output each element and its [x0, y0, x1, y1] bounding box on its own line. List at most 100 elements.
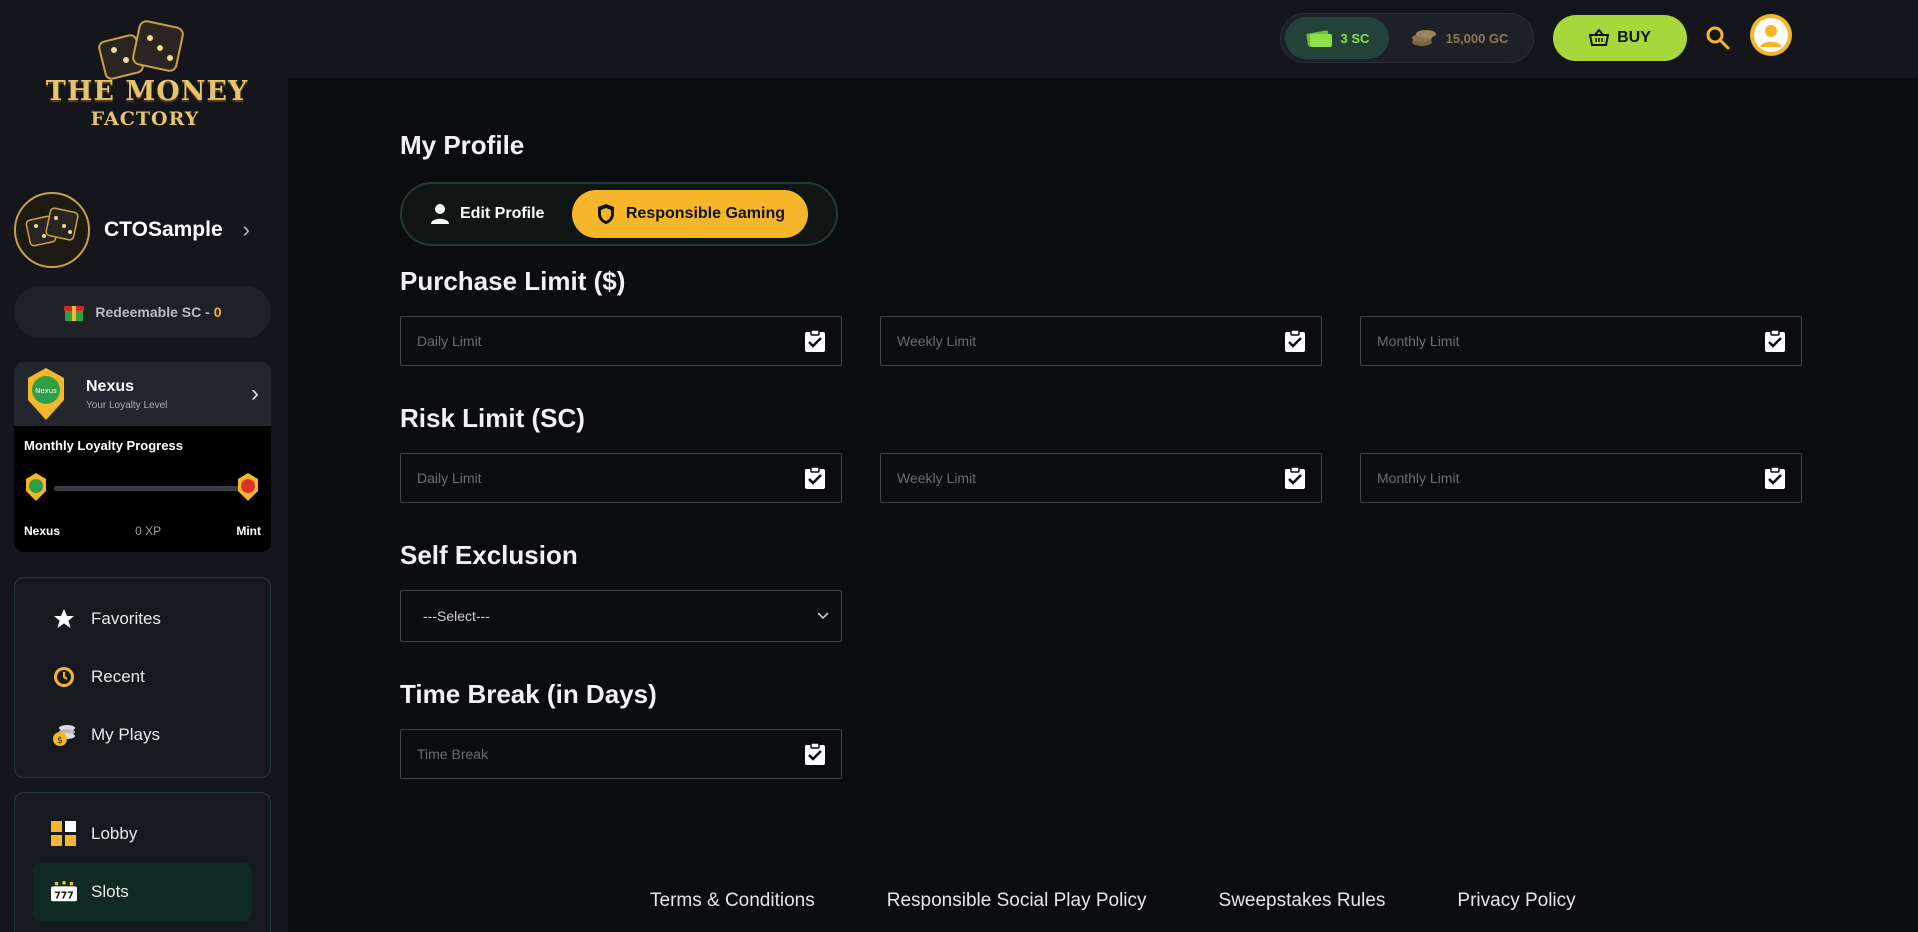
footer-link-terms[interactable]: Terms & Conditions [650, 890, 815, 912]
sidebar-item-label: Slots [91, 882, 129, 901]
clipboard-check-icon[interactable] [1763, 329, 1787, 353]
page-title: My Profile [400, 130, 525, 160]
username: CTOSample [104, 218, 223, 241]
risk-monthly-limit-field[interactable]: Monthly Limit [1360, 453, 1802, 503]
loyalty-header: Nexus Nexus Your Loyalty Level › [14, 362, 271, 426]
risk-weekly-limit-field[interactable]: Weekly Limit [880, 453, 1322, 503]
sidebar-item-my-plays[interactable]: $ My Plays [15, 706, 270, 764]
time-break-title: Time Break (in Days) [400, 679, 657, 709]
purchase-monthly-limit-field[interactable]: Monthly Limit [1360, 316, 1802, 366]
profile-tabs: Edit Profile Responsible Gaming [400, 182, 838, 246]
field-placeholder: Weekly Limit [897, 470, 977, 486]
user-profile-link[interactable]: CTOSample › [14, 192, 264, 268]
clipboard-check-icon[interactable] [803, 742, 827, 766]
self-exclusion-title: Self Exclusion [400, 540, 578, 570]
redeemable-value: 0 [213, 304, 222, 320]
footer-link-privacy[interactable]: Privacy Policy [1457, 890, 1575, 912]
progress-start-label: Nexus [24, 524, 61, 538]
tab-responsible-gaming[interactable]: Responsible Gaming [572, 190, 809, 238]
profile-avatar-button[interactable] [1750, 14, 1792, 56]
topbar: 3 SC 15,000 GC BUY [288, 0, 1918, 78]
mint-level-icon [238, 473, 258, 501]
buy-label: BUY [1617, 29, 1651, 46]
grid-icon [51, 821, 77, 847]
risk-daily-limit-field[interactable]: Daily Limit [400, 453, 842, 503]
sidebar-item-slots[interactable]: 777 Slots [33, 863, 252, 921]
chevron-down-icon [817, 612, 829, 620]
time-break-field[interactable]: Time Break [400, 729, 842, 779]
user-icon [431, 204, 449, 224]
redeemable-label: Redeemable SC - [95, 304, 210, 320]
redeemable-sc-badge: Redeemable SC - 0 [14, 286, 271, 338]
select-value: ---Select--- [423, 608, 490, 624]
chevron-right-icon: › [251, 380, 259, 407]
clipboard-check-icon[interactable] [803, 329, 827, 353]
sc-balance-toggle[interactable]: 3 SC [1285, 17, 1389, 59]
field-placeholder: Monthly Limit [1377, 470, 1460, 486]
shield-icon [597, 204, 614, 224]
field-placeholder: Weekly Limit [897, 333, 977, 349]
user-icon [1754, 18, 1788, 52]
progress-title: Monthly Loyalty Progress [24, 438, 183, 453]
nexus-badge-icon: Nexus [28, 368, 64, 420]
sidebar-item-label: Lobby [91, 824, 138, 843]
currency-switcher: 3 SC 15,000 GC [1280, 13, 1534, 63]
brand-logo[interactable]: THE MONEY FACTORY [40, 14, 250, 132]
self-exclusion-select[interactable]: ---Select--- [400, 590, 842, 642]
footer-link-sweepstakes-rules[interactable]: Sweepstakes Rules [1219, 890, 1386, 912]
sidebar-item-lobby[interactable]: Lobby [15, 805, 270, 863]
progress-labels: Nexus 0 XP Mint [24, 524, 261, 538]
sidebar-item-recent[interactable]: Recent [15, 648, 270, 706]
logo-line-2: FACTORY [90, 108, 200, 130]
field-placeholder: Daily Limit [417, 333, 482, 349]
coins-icon: $ [51, 722, 77, 748]
logo-line-1: THE MONEY [45, 76, 249, 107]
footer-link-responsible-play[interactable]: Responsible Social Play Policy [887, 890, 1147, 912]
loyalty-level: Nexus [86, 377, 135, 395]
clipboard-check-icon[interactable] [803, 466, 827, 490]
svg-text:Nexus: Nexus [35, 387, 57, 395]
risk-limit-title: Risk Limit (SC) [400, 403, 585, 433]
purchase-weekly-limit-field[interactable]: Weekly Limit [880, 316, 1322, 366]
quick-menu: Favorites Recent $ My Plays [14, 577, 271, 778]
clipboard-check-icon[interactable] [1283, 466, 1307, 490]
clock-icon [51, 664, 77, 690]
loyalty-progress-bar [54, 486, 244, 491]
field-placeholder: Daily Limit [417, 470, 482, 486]
nav-menu: Lobby 777 Slots [14, 792, 271, 932]
field-placeholder: Time Break [417, 746, 489, 762]
basket-icon [1589, 29, 1610, 46]
field-placeholder: Monthly Limit [1377, 333, 1460, 349]
nexus-level-icon [26, 473, 46, 501]
sc-balance: 3 SC [1340, 30, 1370, 46]
purchase-daily-limit-field[interactable]: Daily Limit [400, 316, 842, 366]
app: THE MONEY FACTORY CTOSample › Redeemable… [0, 0, 1918, 932]
cash-icon [1305, 30, 1332, 47]
gc-balance-toggle[interactable]: 15,000 GC [1389, 17, 1529, 59]
sidebar: THE MONEY FACTORY CTOSample › Redeemable… [0, 0, 288, 932]
sidebar-item-label: Recent [91, 667, 145, 686]
clipboard-check-icon[interactable] [1763, 466, 1787, 490]
clipboard-check-icon[interactable] [1283, 329, 1307, 353]
search-icon[interactable] [1705, 25, 1731, 51]
loyalty-subtitle: Your Loyalty Level [86, 399, 168, 411]
svg-text:777: 777 [54, 891, 73, 902]
gc-balance: 15,000 GC [1445, 30, 1509, 46]
loyalty-card[interactable]: Nexus Nexus Your Loyalty Level › Monthly… [14, 362, 271, 552]
tab-label: Edit Profile [460, 205, 545, 222]
star-icon [51, 606, 77, 632]
chevron-right-icon: › [242, 217, 250, 242]
tab-edit-profile[interactable]: Edit Profile [408, 190, 566, 238]
footer-links: Terms & Conditions Responsible Social Pl… [650, 890, 1648, 912]
purchase-limit-title: Purchase Limit ($) [400, 266, 626, 296]
tab-label: Responsible Gaming [625, 205, 786, 222]
sidebar-item-label: My Plays [91, 725, 160, 744]
svg-text:$: $ [57, 736, 63, 746]
progress-end-label: Mint [236, 524, 261, 538]
buy-button[interactable]: BUY [1553, 15, 1687, 61]
gift-icon [64, 306, 85, 321]
gold-coins-icon [1411, 30, 1436, 46]
sidebar-item-label: Favorites [91, 609, 161, 628]
slot-777-icon: 777 [51, 879, 77, 905]
sidebar-item-favorites[interactable]: Favorites [15, 590, 270, 648]
